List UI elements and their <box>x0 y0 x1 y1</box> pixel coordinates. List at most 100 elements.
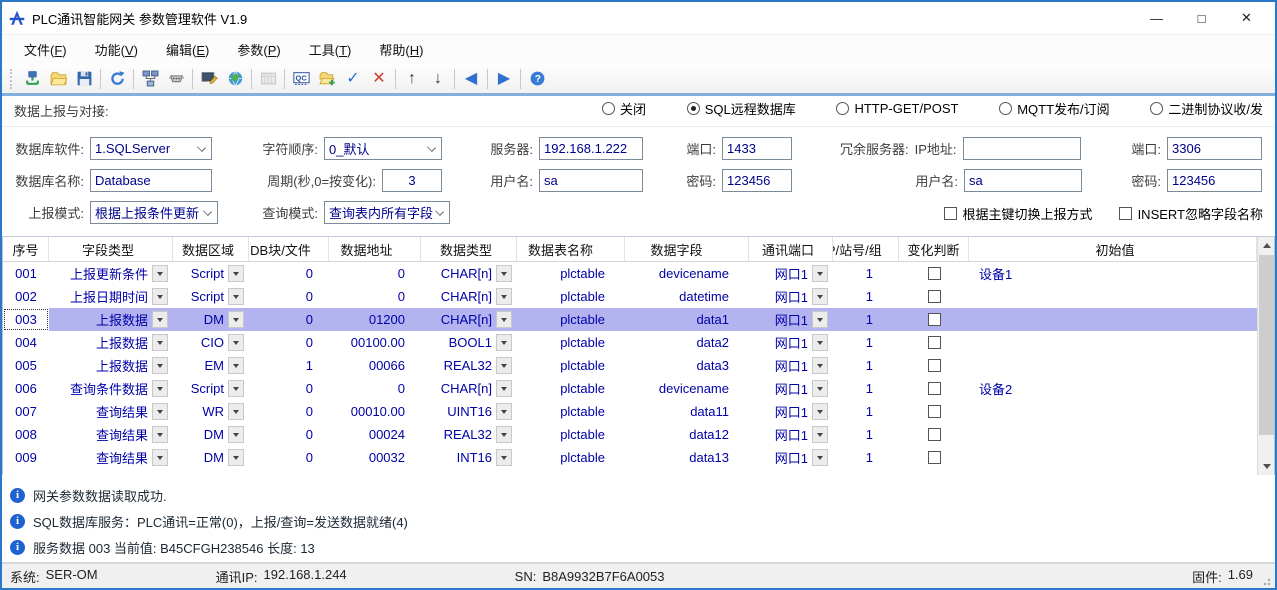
cell-field_type[interactable]: 查询条件数据 <box>49 377 173 400</box>
cell-dropdown-button[interactable] <box>812 334 828 351</box>
cell-data_addr[interactable]: 0 <box>329 262 421 285</box>
cell-field_type[interactable]: 上报数据 <box>49 308 173 331</box>
cell-comm_port[interactable]: 网口1 <box>749 400 833 423</box>
read-gateway-icon[interactable] <box>19 66 45 92</box>
cell-change_flag[interactable] <box>899 377 969 400</box>
change-flag-checkbox[interactable] <box>928 313 941 326</box>
cell-data_type[interactable]: REAL32 <box>421 354 517 377</box>
cell-data_type[interactable]: CHAR[n] <box>421 308 517 331</box>
scroll-up-icon[interactable] <box>1258 237 1275 254</box>
column-header-db_block[interactable]: DB块/文件 <box>249 237 329 261</box>
device-edit-icon[interactable] <box>196 66 222 92</box>
cell-db_block[interactable]: 0 <box>249 423 329 446</box>
cell-dropdown-button[interactable] <box>496 403 512 420</box>
change-flag-checkbox[interactable] <box>928 451 941 464</box>
refresh-icon[interactable] <box>104 66 130 92</box>
cell-dropdown-button[interactable] <box>812 288 828 305</box>
cell-change_flag[interactable] <box>899 262 969 285</box>
cell-dropdown-button[interactable] <box>228 357 244 374</box>
cell-table_name[interactable]: plctable <box>517 377 625 400</box>
cell-data_type[interactable]: UINT16 <box>421 400 517 423</box>
save-file-icon[interactable] <box>71 66 97 92</box>
cell-comm_port[interactable]: 网口1 <box>749 423 833 446</box>
serial-port-icon[interactable] <box>163 66 189 92</box>
cell-data_field[interactable]: data13 <box>625 446 749 469</box>
cell-seq[interactable]: 001 <box>3 262 49 285</box>
cell-change_flag[interactable] <box>899 331 969 354</box>
cell-db_block[interactable]: 0 <box>249 400 329 423</box>
cell-comm_port[interactable]: 网口1 <box>749 331 833 354</box>
radio-icon[interactable] <box>836 102 849 115</box>
resize-grip[interactable] <box>1263 576 1273 586</box>
db-name-input[interactable] <box>90 169 212 192</box>
toolbar-grip[interactable] <box>10 69 15 89</box>
cell-ip_station[interactable]: 1 <box>833 400 899 423</box>
cell-data_field[interactable]: data12 <box>625 423 749 446</box>
cell-dropdown-button[interactable] <box>152 265 168 282</box>
cell-data_area[interactable]: Script <box>173 377 249 400</box>
username-input[interactable] <box>539 169 643 192</box>
prev-icon[interactable]: ◀ <box>458 66 484 92</box>
cell-field_type[interactable]: 上报更新条件 <box>49 262 173 285</box>
cell-data_type[interactable]: CHAR[n] <box>421 285 517 308</box>
cell-dropdown-button[interactable] <box>228 311 244 328</box>
cell-dropdown-button[interactable] <box>496 288 512 305</box>
menu-item-0[interactable]: 文件(F) <box>10 36 81 63</box>
cell-dropdown-button[interactable] <box>496 357 512 374</box>
cell-table_name[interactable]: plctable <box>517 446 625 469</box>
radio-option-4[interactable]: 二进制协议收/发 <box>1150 99 1263 118</box>
db-software-select[interactable]: 1.SQLServer <box>90 137 212 160</box>
cell-change_flag[interactable] <box>899 354 969 377</box>
cell-data_addr[interactable]: 00032 <box>329 446 421 469</box>
table-row[interactable]: 001上报更新条件Script00CHAR[n]plctabledevicena… <box>3 262 1257 285</box>
cell-initial_value[interactable] <box>969 354 1257 377</box>
cell-db_block[interactable]: 0 <box>249 308 329 331</box>
table-row[interactable]: 008查询结果DM000024REAL32plctabledata12网口11 <box>3 423 1257 446</box>
radio-selected-icon[interactable] <box>687 102 700 115</box>
cell-dropdown-button[interactable] <box>152 288 168 305</box>
change-flag-checkbox[interactable] <box>928 336 941 349</box>
column-header-data_field[interactable]: 数据字段 <box>625 237 749 261</box>
cell-data_field[interactable]: data2 <box>625 331 749 354</box>
checkbox-icon[interactable] <box>944 207 957 220</box>
cell-seq[interactable]: 007 <box>3 400 49 423</box>
cell-data_field[interactable]: devicename <box>625 377 749 400</box>
cell-dropdown-button[interactable] <box>152 334 168 351</box>
cell-field_type[interactable]: 查询结果 <box>49 423 173 446</box>
cell-change_flag[interactable] <box>899 423 969 446</box>
cell-seq[interactable]: 005 <box>3 354 49 377</box>
cell-data_type[interactable]: BOOL1 <box>421 331 517 354</box>
change-flag-checkbox[interactable] <box>928 405 941 418</box>
cell-data_area[interactable]: Script <box>173 285 249 308</box>
cell-change_flag[interactable] <box>899 446 969 469</box>
cell-data_area[interactable]: DM <box>173 423 249 446</box>
radio-icon[interactable] <box>602 102 615 115</box>
column-header-initial_value[interactable]: 初始值 <box>969 237 1257 261</box>
column-header-data_addr[interactable]: 数据地址 <box>329 237 421 261</box>
cell-data_area[interactable]: DM <box>173 446 249 469</box>
cell-data_addr[interactable]: 00066 <box>329 354 421 377</box>
cell-data_type[interactable]: CHAR[n] <box>421 377 517 400</box>
cell-data_area[interactable]: DM <box>173 308 249 331</box>
cell-change_flag[interactable] <box>899 285 969 308</box>
cell-table_name[interactable]: plctable <box>517 331 625 354</box>
redundant-port-input[interactable] <box>1167 137 1262 160</box>
password-input[interactable] <box>722 169 792 192</box>
cell-initial_value[interactable] <box>969 285 1257 308</box>
cell-seq[interactable]: 003 <box>3 308 49 331</box>
cell-field_type[interactable]: 上报日期时间 <box>49 285 173 308</box>
cell-dropdown-button[interactable] <box>152 426 168 443</box>
table-row[interactable]: 003上报数据DM001200CHAR[n]plctabledata1网口11 <box>3 308 1257 331</box>
cell-data_type[interactable]: REAL32 <box>421 423 517 446</box>
cell-dropdown-button[interactable] <box>812 426 828 443</box>
next-icon[interactable]: ▶ <box>491 66 517 92</box>
cell-data_type[interactable]: INT16 <box>421 446 517 469</box>
cell-data_type[interactable]: CHAR[n] <box>421 262 517 285</box>
cycle-input[interactable] <box>382 169 442 192</box>
maximize-button[interactable]: □ <box>1179 4 1224 32</box>
column-header-data_area[interactable]: 数据区域 <box>173 237 249 261</box>
cell-initial_value[interactable]: 设备2 <box>969 377 1257 400</box>
cell-table_name[interactable]: plctable <box>517 308 625 331</box>
cell-db_block[interactable]: 0 <box>249 285 329 308</box>
redundant-username-input[interactable] <box>964 169 1082 192</box>
